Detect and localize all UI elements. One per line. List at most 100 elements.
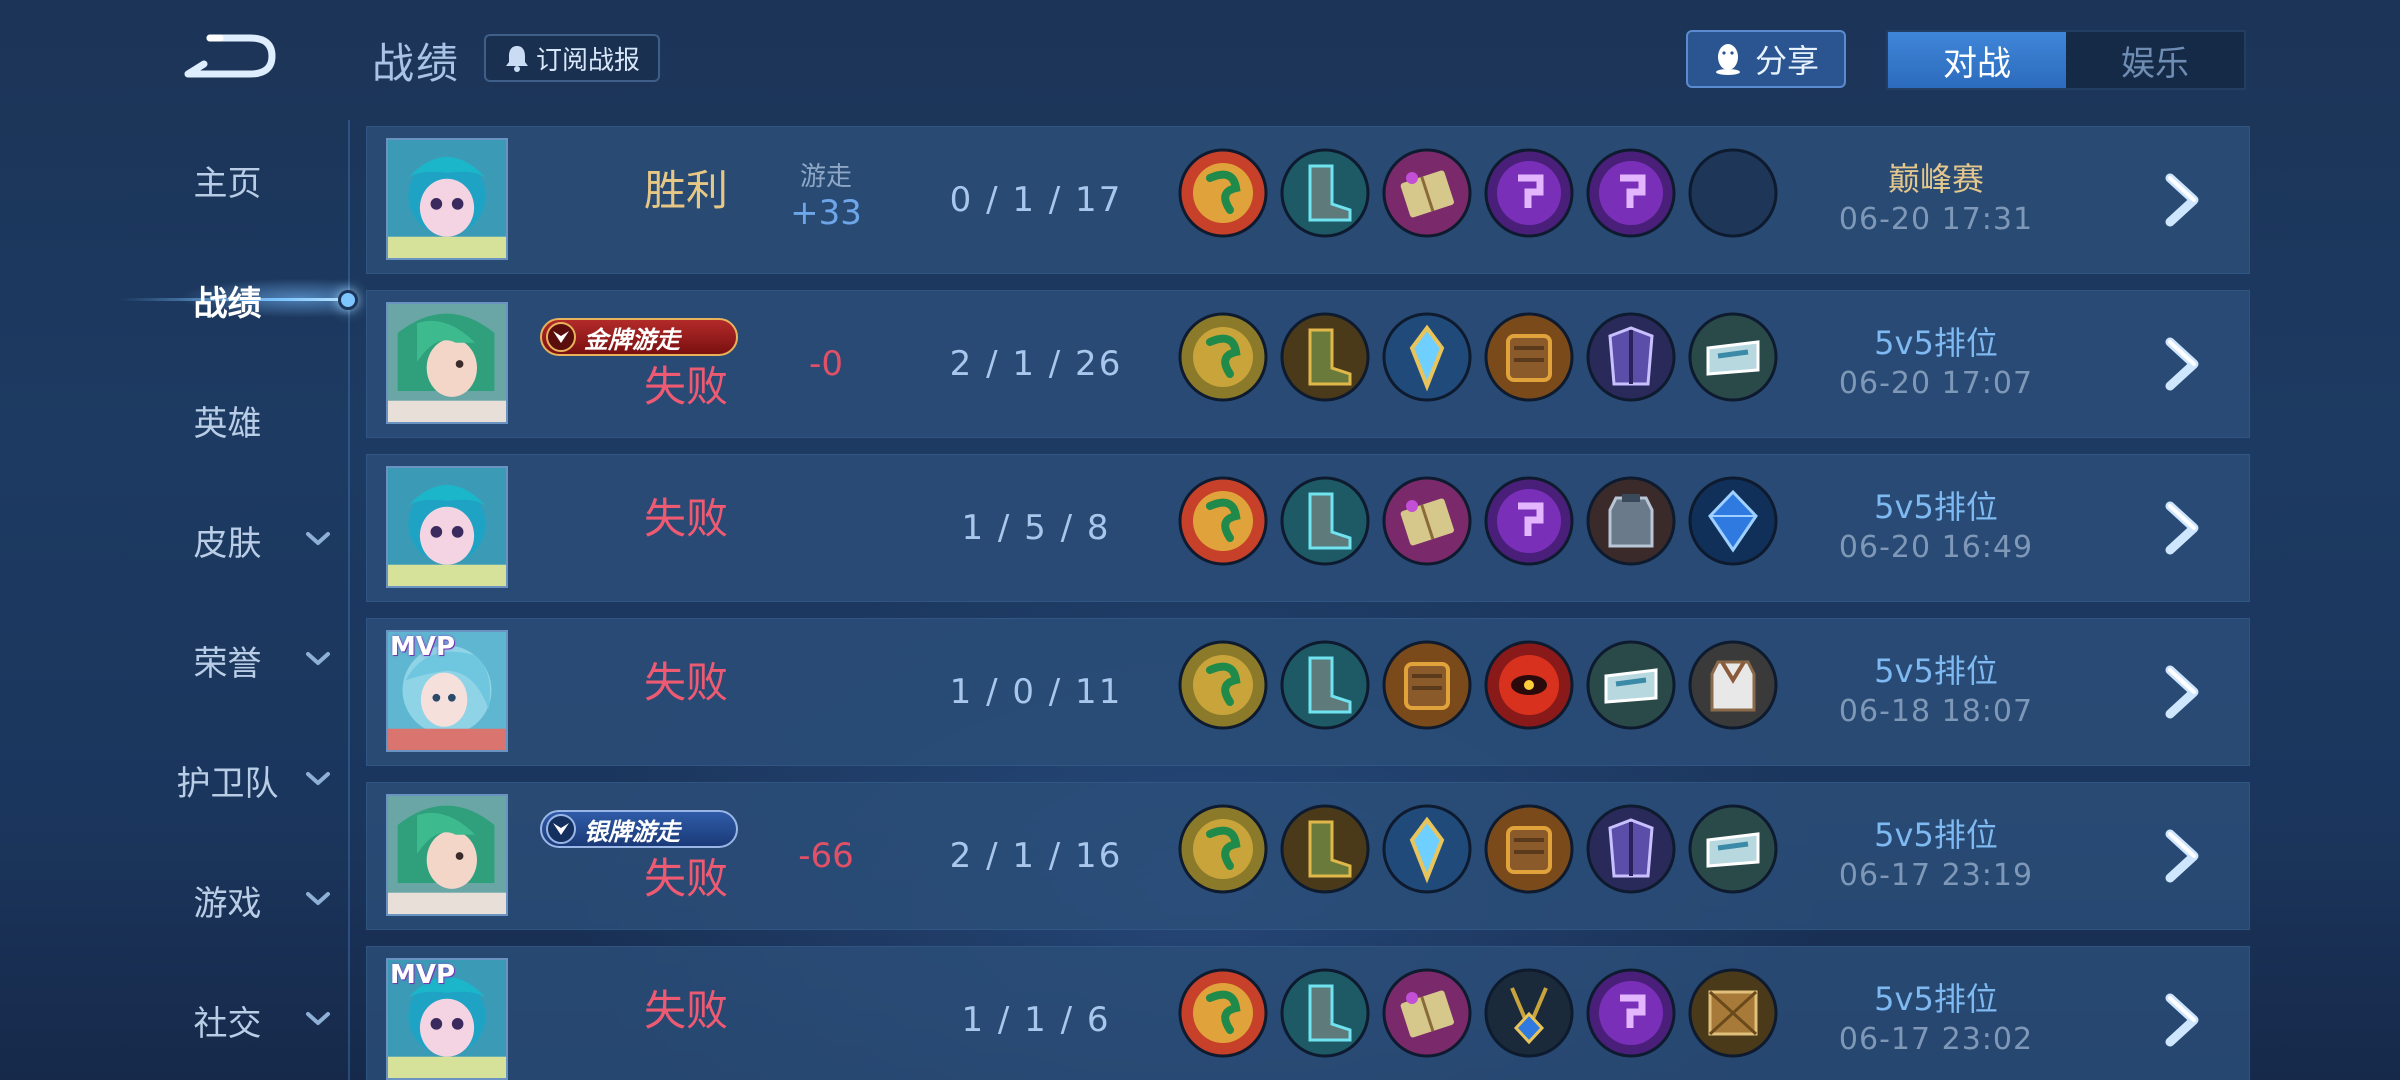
role-label: 游走 (799, 162, 852, 192)
kda-stats: 2 / 1 / 26 (949, 344, 1123, 384)
snake-talisman-red-icon[interactable] (1178, 476, 1268, 566)
shield-silver-icon[interactable] (1688, 312, 1778, 402)
chevron-right-icon (2165, 993, 2199, 1047)
mvp-badge: MVP (390, 960, 456, 990)
hero-avatar: MVP (386, 958, 508, 1080)
snake-talisman-red-icon[interactable] (1178, 148, 1268, 238)
chevron-down-icon (306, 772, 330, 785)
boots-teal-icon[interactable] (1280, 148, 1370, 238)
kda-stats: 0 / 1 / 17 (949, 180, 1123, 220)
sidebar-item-5[interactable]: 护卫队 (0, 745, 350, 815)
tab-entertainment[interactable]: 娱乐 (2066, 32, 2244, 88)
match-detail-button[interactable] (2160, 170, 2206, 230)
spellbook-pink-icon[interactable] (1382, 968, 1472, 1058)
subscribe-label: 订阅战报 (535, 45, 640, 76)
crystal-staff-icon[interactable] (1382, 312, 1472, 402)
match-list: 胜利 游走 +33 0 / 1 / 17 巅峰赛 06-20 17:31 金牌游走 失败 -0 2… (366, 124, 2250, 1080)
snake-talisman-gold-icon[interactable] (1178, 640, 1268, 730)
match-row[interactable]: 银牌游走 失败 -66 2 / 1 / 16 5v5排位 06-17 23:19 (366, 782, 2250, 930)
boots-teal-icon[interactable] (1280, 968, 1370, 1058)
snake-talisman-gold-icon[interactable] (1178, 804, 1268, 894)
badge-label: 金牌游走 (584, 325, 680, 354)
share-button[interactable]: 分享 (1686, 30, 1846, 88)
sidebar-item-0[interactable]: 主页 (0, 145, 350, 215)
silver-medal-badge: 银牌游走 (540, 810, 738, 848)
purple-rune-icon[interactable] (1484, 476, 1574, 566)
pendant-blue-icon[interactable] (1484, 968, 1574, 1058)
match-row[interactable]: 失败 1 / 5 / 8 5v5排位 06-20 16:49 (366, 454, 2250, 602)
red-eye-orb-icon[interactable] (1484, 640, 1574, 730)
sidebar-item-3[interactable]: 皮肤 (0, 505, 350, 575)
page-title: 战绩 (372, 39, 461, 88)
hero-avatar (386, 466, 508, 588)
medal-icon (546, 322, 576, 352)
subscribe-report-button[interactable]: 订阅战报 (484, 34, 660, 82)
empty-slot-icon[interactable] (1688, 148, 1778, 238)
sidebar-item-2[interactable]: 英雄 (0, 385, 350, 455)
rank-points: -66 (746, 836, 906, 876)
wooden-crate-icon[interactable] (1688, 968, 1778, 1058)
mode-toggle: 对战 娱乐 (1886, 30, 2246, 90)
vest-grey-icon[interactable] (1586, 476, 1676, 566)
hero-portrait (388, 796, 506, 914)
spellbook-pink-icon[interactable] (1382, 148, 1472, 238)
purple-rune-icon[interactable] (1484, 148, 1574, 238)
gauntlet-brown-icon[interactable] (1382, 640, 1472, 730)
match-row[interactable]: MVP 失败 1 / 0 / 11 5v5排位 06-18 18:07 (366, 618, 2250, 766)
boots-teal-icon[interactable] (1280, 476, 1370, 566)
game-mode: 巅峰赛 (1887, 160, 1984, 198)
match-detail-button[interactable] (2160, 334, 2206, 394)
match-row[interactable]: MVP 失败 1 / 1 / 6 5v5排位 06-17 23:02 (366, 946, 2250, 1080)
equipment-list (1178, 640, 1778, 734)
boots-gold-icon[interactable] (1280, 312, 1370, 402)
penguin-icon (1715, 44, 1740, 75)
purple-rune-icon[interactable] (1586, 968, 1676, 1058)
purple-rune-icon[interactable] (1586, 148, 1676, 238)
spellbook-pink-icon[interactable] (1382, 476, 1472, 566)
equipment-list (1178, 968, 1778, 1062)
hero-avatar: MVP (386, 630, 508, 752)
gauntlet-brown-icon[interactable] (1484, 312, 1574, 402)
match-row[interactable]: 金牌游走 失败 -0 2 / 1 / 26 5v5排位 06-20 17:07 (366, 290, 2250, 438)
kda-stats: 1 / 0 / 11 (949, 672, 1123, 712)
shield-silver-icon[interactable] (1688, 804, 1778, 894)
match-detail-button[interactable] (2160, 826, 2206, 886)
match-detail-button[interactable] (2160, 498, 2206, 558)
equipment-list (1178, 312, 1778, 406)
hero-avatar (386, 794, 508, 916)
armor-purple-icon[interactable] (1586, 804, 1676, 894)
kda-stats: 2 / 1 / 16 (949, 836, 1123, 876)
match-detail-button[interactable] (2160, 990, 2206, 1050)
game-mode: 5v5排位 (1874, 980, 1998, 1018)
shield-silver-icon[interactable] (1586, 640, 1676, 730)
game-mode: 5v5排位 (1874, 488, 1998, 526)
match-date: 06-20 17:07 (1838, 366, 2034, 401)
sidebar-item-7[interactable]: 社交 (0, 985, 350, 1055)
vest-white-icon[interactable] (1688, 640, 1778, 730)
snake-talisman-gold-icon[interactable] (1178, 312, 1268, 402)
sidebar-item-1[interactable]: 战绩 (0, 265, 350, 335)
match-row[interactable]: 胜利 游走 +33 0 / 1 / 17 巅峰赛 06-20 17:31 (366, 126, 2250, 274)
chevron-right-icon (2165, 665, 2199, 719)
chevron-right-icon (2165, 829, 2199, 883)
hero-portrait (388, 468, 506, 586)
sidebar-item-4[interactable]: 荣誉 (0, 625, 350, 695)
armor-purple-icon[interactable] (1586, 312, 1676, 402)
boots-gold-icon[interactable] (1280, 804, 1370, 894)
sidebar-item-6[interactable]: 游戏 (0, 865, 350, 935)
tab-battle[interactable]: 对战 (1888, 32, 2066, 88)
match-detail-button[interactable] (2160, 662, 2206, 722)
hero-avatar (386, 138, 508, 260)
kda-stats: 1 / 1 / 6 (961, 1000, 1111, 1040)
match-date: 06-18 18:07 (1838, 694, 2034, 729)
blue-gem-icon[interactable] (1688, 476, 1778, 566)
boots-teal-icon[interactable] (1280, 640, 1370, 730)
back-button[interactable] (180, 30, 280, 82)
snake-talisman-red-icon[interactable] (1178, 968, 1268, 1058)
points-change: -0 (809, 344, 843, 384)
points-change: +33 (790, 193, 862, 233)
mvp-badge: MVP (390, 632, 456, 662)
crystal-staff-icon[interactable] (1382, 804, 1472, 894)
gauntlet-brown-icon[interactable] (1484, 804, 1574, 894)
game-mode: 5v5排位 (1874, 652, 1998, 690)
